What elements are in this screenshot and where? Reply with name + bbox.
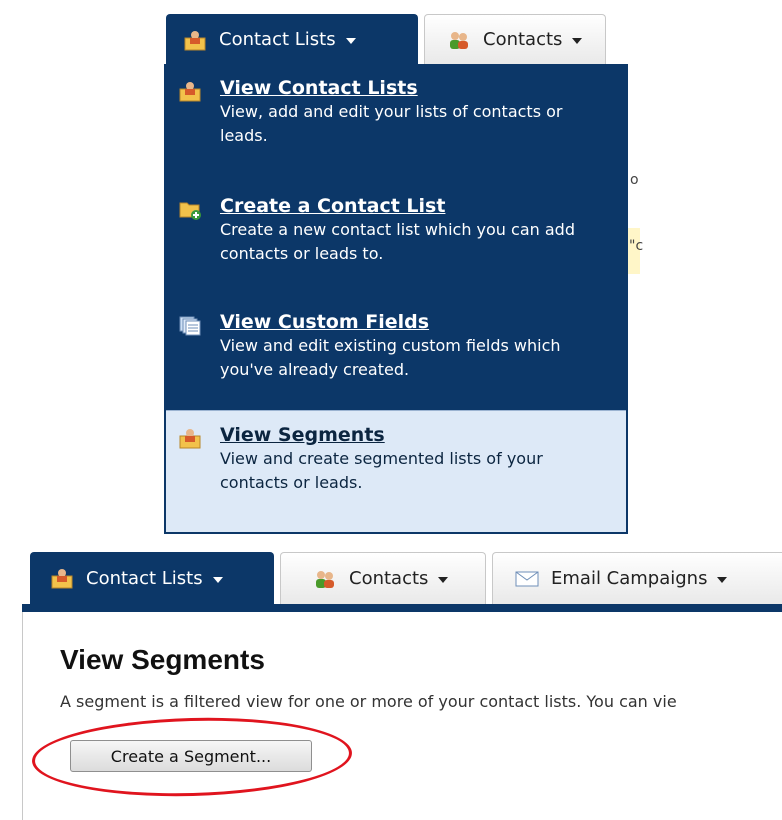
contact-list-icon <box>51 569 73 589</box>
main-tab-bar: Contact Lists Contacts Email Campaigns <box>22 548 782 610</box>
background-text-fragment: o <box>630 172 639 188</box>
content-left-border <box>22 612 23 820</box>
tab-contact-lists[interactable]: Contact Lists <box>30 552 274 604</box>
menu-item-view-contact-lists[interactable]: View Contact Lists View, add and edit yo… <box>166 76 626 168</box>
menu-item-title[interactable]: Create a Contact List <box>220 194 626 218</box>
view-segments-page-screenshot: Contact Lists Contacts Email Campaigns V… <box>0 548 782 820</box>
chevron-down-icon <box>717 577 728 583</box>
menu-item-description: View and create segmented lists of your … <box>220 449 543 492</box>
tab-contacts[interactable]: Contacts <box>280 552 486 604</box>
menu-item-title[interactable]: View Contact Lists <box>220 76 626 100</box>
contact-list-icon <box>184 30 206 50</box>
tab-contact-lists[interactable]: Contact Lists <box>166 14 418 64</box>
contact-lists-dropdown-screenshot: Contact Lists Contacts o "c View Contact… <box>158 8 644 540</box>
menu-item-view-segments[interactable]: View Segments View and create segmented … <box>166 410 626 532</box>
tab-label: Contact Lists <box>219 29 336 50</box>
contacts-icon <box>316 570 334 588</box>
tab-contacts[interactable]: Contacts <box>424 14 606 64</box>
tab-label: Contacts <box>349 568 429 589</box>
dropdown-menu: View Contact Lists View, add and edit yo… <box>164 64 628 534</box>
chevron-down-icon <box>345 38 356 44</box>
envelope-icon <box>515 571 539 586</box>
chevron-down-icon <box>572 38 583 44</box>
tab-bar-underline <box>22 604 782 612</box>
menu-item-view-custom-fields[interactable]: View Custom Fields View and edit existin… <box>166 310 626 402</box>
contact-list-icon <box>179 82 201 102</box>
folder-add-icon <box>179 202 201 220</box>
contacts-icon <box>450 31 468 49</box>
tab-label: Email Campaigns <box>551 568 708 589</box>
tab-label: Contact Lists <box>86 567 203 589</box>
create-segment-button[interactable]: Create a Segment... <box>70 740 312 772</box>
menu-item-description: Create a new contact list which you can … <box>220 220 575 263</box>
custom-fields-icon <box>179 316 201 336</box>
page-description: A segment is a filtered view for one or … <box>60 692 677 711</box>
tab-label: Contacts <box>483 29 563 50</box>
menu-item-description: View and edit existing custom fields whi… <box>220 336 561 379</box>
segments-icon <box>179 429 201 449</box>
chevron-down-icon <box>438 577 449 583</box>
menu-item-title[interactable]: View Custom Fields <box>220 310 626 334</box>
chevron-down-icon <box>212 576 223 583</box>
menu-item-create-contact-list[interactable]: Create a Contact List Create a new conta… <box>166 194 626 286</box>
menu-item-title[interactable]: View Segments <box>220 423 626 447</box>
background-text-fragment: "c <box>629 238 644 254</box>
tab-email-campaigns[interactable]: Email Campaigns <box>492 552 782 604</box>
menu-item-description: View, add and edit your lists of contact… <box>220 102 563 145</box>
page-title: View Segments <box>60 644 265 675</box>
